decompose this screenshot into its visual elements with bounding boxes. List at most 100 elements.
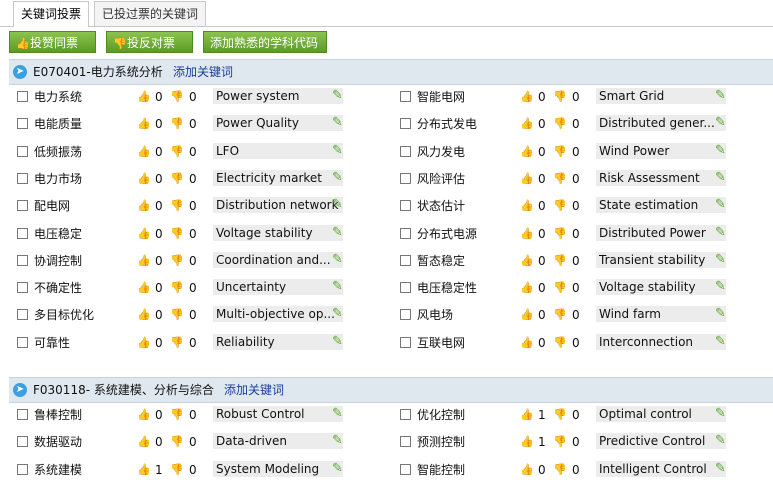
- edit-pencil-icon[interactable]: ✎: [715, 334, 729, 349]
- thumbs-down-icon[interactable]: 👎: [170, 408, 184, 421]
- edit-pencil-icon[interactable]: ✎: [715, 89, 729, 103]
- thumbs-up-icon[interactable]: 👍: [137, 199, 151, 212]
- thumbs-up-icon[interactable]: 👍: [520, 408, 534, 421]
- thumbs-down-icon[interactable]: 👎: [553, 172, 567, 185]
- add-keyword-link[interactable]: 添加关键词: [224, 378, 284, 402]
- keyword-checkbox[interactable]: [400, 309, 411, 321]
- thumbs-up-icon[interactable]: 👍: [137, 172, 151, 185]
- keyword-checkbox[interactable]: [17, 282, 28, 294]
- thumbs-down-icon[interactable]: 👎: [170, 117, 184, 130]
- add-subject-code-button[interactable]: 添加熟悉的学科代码: [203, 31, 327, 53]
- keyword-checkbox[interactable]: [400, 409, 411, 420]
- thumbs-down-icon[interactable]: 👎: [553, 254, 567, 267]
- keyword-checkbox[interactable]: [400, 254, 411, 266]
- thumbs-up-icon[interactable]: 👍: [137, 281, 151, 294]
- edit-pencil-icon[interactable]: ✎: [715, 434, 729, 448]
- thumbs-up-icon[interactable]: 👍: [520, 172, 534, 185]
- edit-pencil-icon[interactable]: ✎: [715, 307, 729, 321]
- thumbs-down-icon[interactable]: 👎: [170, 254, 184, 267]
- edit-pencil-icon[interactable]: ✎: [332, 89, 346, 103]
- keyword-checkbox[interactable]: [17, 200, 28, 212]
- keyword-checkbox[interactable]: [17, 172, 28, 184]
- edit-pencil-icon[interactable]: ✎: [715, 461, 729, 476]
- tab-keyword-vote[interactable]: 关键词投票: [13, 1, 90, 27]
- thumbs-up-icon[interactable]: 👍: [520, 90, 534, 103]
- edit-pencil-icon[interactable]: ✎: [332, 143, 346, 158]
- thumbs-up-icon[interactable]: 👍: [520, 308, 534, 321]
- keyword-checkbox[interactable]: [17, 309, 28, 321]
- keyword-checkbox[interactable]: [400, 200, 411, 212]
- edit-pencil-icon[interactable]: ✎: [332, 170, 346, 185]
- edit-pencil-icon[interactable]: ✎: [715, 407, 729, 421]
- thumbs-down-icon[interactable]: 👎: [170, 336, 184, 349]
- expand-icon[interactable]: ➤: [13, 383, 27, 397]
- thumbs-up-icon[interactable]: 👍: [520, 281, 534, 294]
- keyword-checkbox[interactable]: [400, 282, 411, 294]
- keyword-checkbox[interactable]: [17, 118, 28, 130]
- thumbs-down-icon[interactable]: 👎: [170, 463, 184, 476]
- keyword-checkbox[interactable]: [17, 254, 28, 266]
- thumbs-down-icon[interactable]: 👎: [170, 227, 184, 240]
- thumbs-down-icon[interactable]: 👎: [553, 463, 567, 476]
- thumbs-up-icon[interactable]: 👍: [137, 463, 151, 476]
- tab-voted-keywords[interactable]: 已投过票的关键词: [94, 1, 207, 26]
- thumbs-up-icon[interactable]: 👍: [137, 227, 151, 240]
- edit-pencil-icon[interactable]: ✎: [715, 143, 729, 158]
- edit-pencil-icon[interactable]: ✎: [332, 280, 346, 294]
- edit-pencil-icon[interactable]: ✎: [715, 225, 729, 240]
- edit-pencil-icon[interactable]: ✎: [332, 434, 346, 448]
- thumbs-down-icon[interactable]: 👎: [170, 435, 184, 448]
- keyword-checkbox[interactable]: [400, 91, 411, 102]
- edit-pencil-icon[interactable]: ✎: [332, 116, 346, 130]
- thumbs-up-icon[interactable]: 👍: [520, 227, 534, 240]
- edit-pencil-icon[interactable]: ✎: [332, 198, 346, 212]
- thumbs-down-icon[interactable]: 👎: [553, 117, 567, 130]
- thumbs-down-icon[interactable]: 👎: [553, 145, 567, 158]
- edit-pencil-icon[interactable]: ✎: [715, 116, 729, 130]
- thumbs-up-icon[interactable]: 👍: [520, 199, 534, 212]
- edit-pencil-icon[interactable]: ✎: [332, 307, 346, 321]
- keyword-checkbox[interactable]: [17, 463, 28, 475]
- thumbs-down-icon[interactable]: 👎: [170, 90, 184, 103]
- thumbs-down-icon[interactable]: 👎: [553, 90, 567, 103]
- edit-pencil-icon[interactable]: ✎: [715, 280, 729, 294]
- edit-pencil-icon[interactable]: ✎: [332, 334, 346, 349]
- edit-pencil-icon[interactable]: ✎: [715, 170, 729, 185]
- edit-pencil-icon[interactable]: ✎: [332, 407, 346, 421]
- keyword-checkbox[interactable]: [400, 463, 411, 475]
- thumbs-up-icon[interactable]: 👍: [520, 254, 534, 267]
- thumbs-up-icon[interactable]: 👍: [137, 408, 151, 421]
- thumbs-up-icon[interactable]: 👍: [137, 435, 151, 448]
- thumbs-up-icon[interactable]: 👍: [137, 308, 151, 321]
- thumbs-down-icon[interactable]: 👎: [170, 281, 184, 294]
- thumbs-down-icon[interactable]: 👎: [553, 435, 567, 448]
- thumbs-up-icon[interactable]: 👍: [520, 145, 534, 158]
- thumbs-down-icon[interactable]: 👎: [170, 308, 184, 321]
- keyword-checkbox[interactable]: [400, 172, 411, 184]
- thumbs-up-icon[interactable]: 👍: [520, 435, 534, 448]
- expand-icon[interactable]: ➤: [13, 65, 27, 79]
- edit-pencil-icon[interactable]: ✎: [715, 252, 729, 267]
- thumbs-up-icon[interactable]: 👍: [520, 336, 534, 349]
- keyword-checkbox[interactable]: [17, 145, 28, 157]
- thumbs-up-icon[interactable]: 👍: [520, 463, 534, 476]
- add-keyword-link[interactable]: 添加关键词: [173, 60, 233, 84]
- vote-against-button[interactable]: 👎投反对票: [106, 31, 193, 53]
- edit-pencil-icon[interactable]: ✎: [332, 225, 346, 240]
- thumbs-up-icon[interactable]: 👍: [137, 336, 151, 349]
- keyword-checkbox[interactable]: [17, 91, 28, 102]
- keyword-checkbox[interactable]: [400, 227, 411, 239]
- keyword-checkbox[interactable]: [400, 336, 411, 348]
- thumbs-down-icon[interactable]: 👎: [553, 281, 567, 294]
- vote-for-button[interactable]: 👍投赞同票: [9, 31, 96, 53]
- thumbs-down-icon[interactable]: 👎: [553, 308, 567, 321]
- edit-pencil-icon[interactable]: ✎: [715, 198, 729, 212]
- thumbs-down-icon[interactable]: 👎: [170, 145, 184, 158]
- keyword-checkbox[interactable]: [400, 436, 411, 448]
- thumbs-down-icon[interactable]: 👎: [170, 172, 184, 185]
- edit-pencil-icon[interactable]: ✎: [332, 252, 346, 267]
- thumbs-down-icon[interactable]: 👎: [553, 408, 567, 421]
- edit-pencil-icon[interactable]: ✎: [332, 461, 346, 476]
- thumbs-up-icon[interactable]: 👍: [137, 117, 151, 130]
- keyword-checkbox[interactable]: [17, 409, 28, 420]
